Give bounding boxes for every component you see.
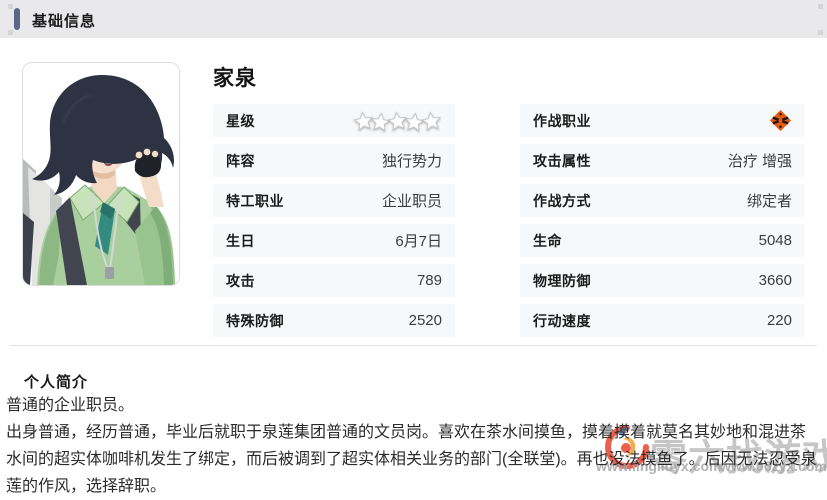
stat-value: 220 <box>767 312 792 329</box>
section-divider <box>10 345 817 346</box>
stat-row-hp: 生命 5048 <box>520 224 805 257</box>
character-name: 家泉 <box>213 62 257 92</box>
section-title: 基础信息 <box>32 10 96 31</box>
stat-value: 2520 <box>409 312 442 329</box>
stat-value: 3660 <box>759 272 792 289</box>
stats-table-right: 作战职业 攻击属性 治疗 增强 作战方式 绑定者 生命 5048 物理防御 36… <box>520 104 805 344</box>
stat-label: 攻击 <box>226 271 255 291</box>
stat-row-star-level: 星级 <box>213 104 455 137</box>
stat-label: 特工职业 <box>226 191 284 211</box>
character-portrait <box>22 62 180 286</box>
accent-bar-icon <box>14 8 20 30</box>
stat-row-agent-profession: 特工职业 企业职员 <box>213 184 455 217</box>
stats-table-left: 星级 阵容 独行势力 特工职业 企业职员 生日 6月7日 攻击 789 特殊防御… <box>213 104 455 344</box>
corner-square-icon <box>8 4 13 9</box>
stat-row-combat-class: 作战职业 <box>520 104 805 137</box>
stat-row-physical-defense: 物理防御 3660 <box>520 264 805 297</box>
stat-label: 作战方式 <box>533 191 591 211</box>
stat-label: 生命 <box>533 231 562 251</box>
stat-label: 生日 <box>226 231 255 251</box>
profile-bio-line2: 出身普通，经历普通，毕业后就职于泉莲集团普通的文员岗。喜欢在茶水间摸鱼，摸着摸着… <box>6 419 821 500</box>
corner-square-icon <box>818 30 823 35</box>
stat-value: 独行势力 <box>382 150 442 171</box>
profile-section-title: 个人简介 <box>24 371 88 392</box>
corner-square-icon <box>818 4 823 9</box>
stat-row-attack-attribute: 攻击属性 治疗 增强 <box>520 144 805 177</box>
stat-row-faction: 阵容 独行势力 <box>213 144 455 177</box>
stat-label: 作战职业 <box>533 111 591 131</box>
character-info-page: { "header": { "title": "基础信息" }, "charac… <box>0 0 827 479</box>
profile-bio-line1: 普通的企业职员。 <box>6 392 821 419</box>
stat-value: 绑定者 <box>747 190 792 211</box>
support-class-icon <box>769 109 792 132</box>
stat-row-birthday: 生日 6月7日 <box>213 224 455 257</box>
stat-label: 阵容 <box>226 151 255 171</box>
stat-label: 特殊防御 <box>226 311 284 331</box>
corner-square-icon <box>8 30 13 35</box>
stat-value: 5048 <box>759 232 792 249</box>
star-icon <box>420 109 444 132</box>
stat-value: 6月7日 <box>395 230 442 251</box>
stat-label: 行动速度 <box>533 311 591 331</box>
stat-label: 攻击属性 <box>533 151 591 171</box>
stat-value: 治疗 增强 <box>728 150 792 171</box>
character-portrait-illustration <box>23 63 179 285</box>
stat-label: 星级 <box>226 111 255 131</box>
stat-label: 物理防御 <box>533 271 591 291</box>
stat-value: 789 <box>417 272 442 289</box>
stat-row-action-speed: 行动速度 220 <box>520 304 805 337</box>
star-rating <box>357 111 442 131</box>
stat-value: 企业职员 <box>382 190 442 211</box>
profile-bio: 普通的企业职员。 出身普通，经历普通，毕业后就职于泉莲集团普通的文员岗。喜欢在茶… <box>6 392 821 500</box>
stat-row-combat-style: 作战方式 绑定者 <box>520 184 805 217</box>
section-header: 基础信息 <box>0 0 827 38</box>
stat-row-special-defense: 特殊防御 2520 <box>213 304 455 337</box>
stat-row-attack: 攻击 789 <box>213 264 455 297</box>
